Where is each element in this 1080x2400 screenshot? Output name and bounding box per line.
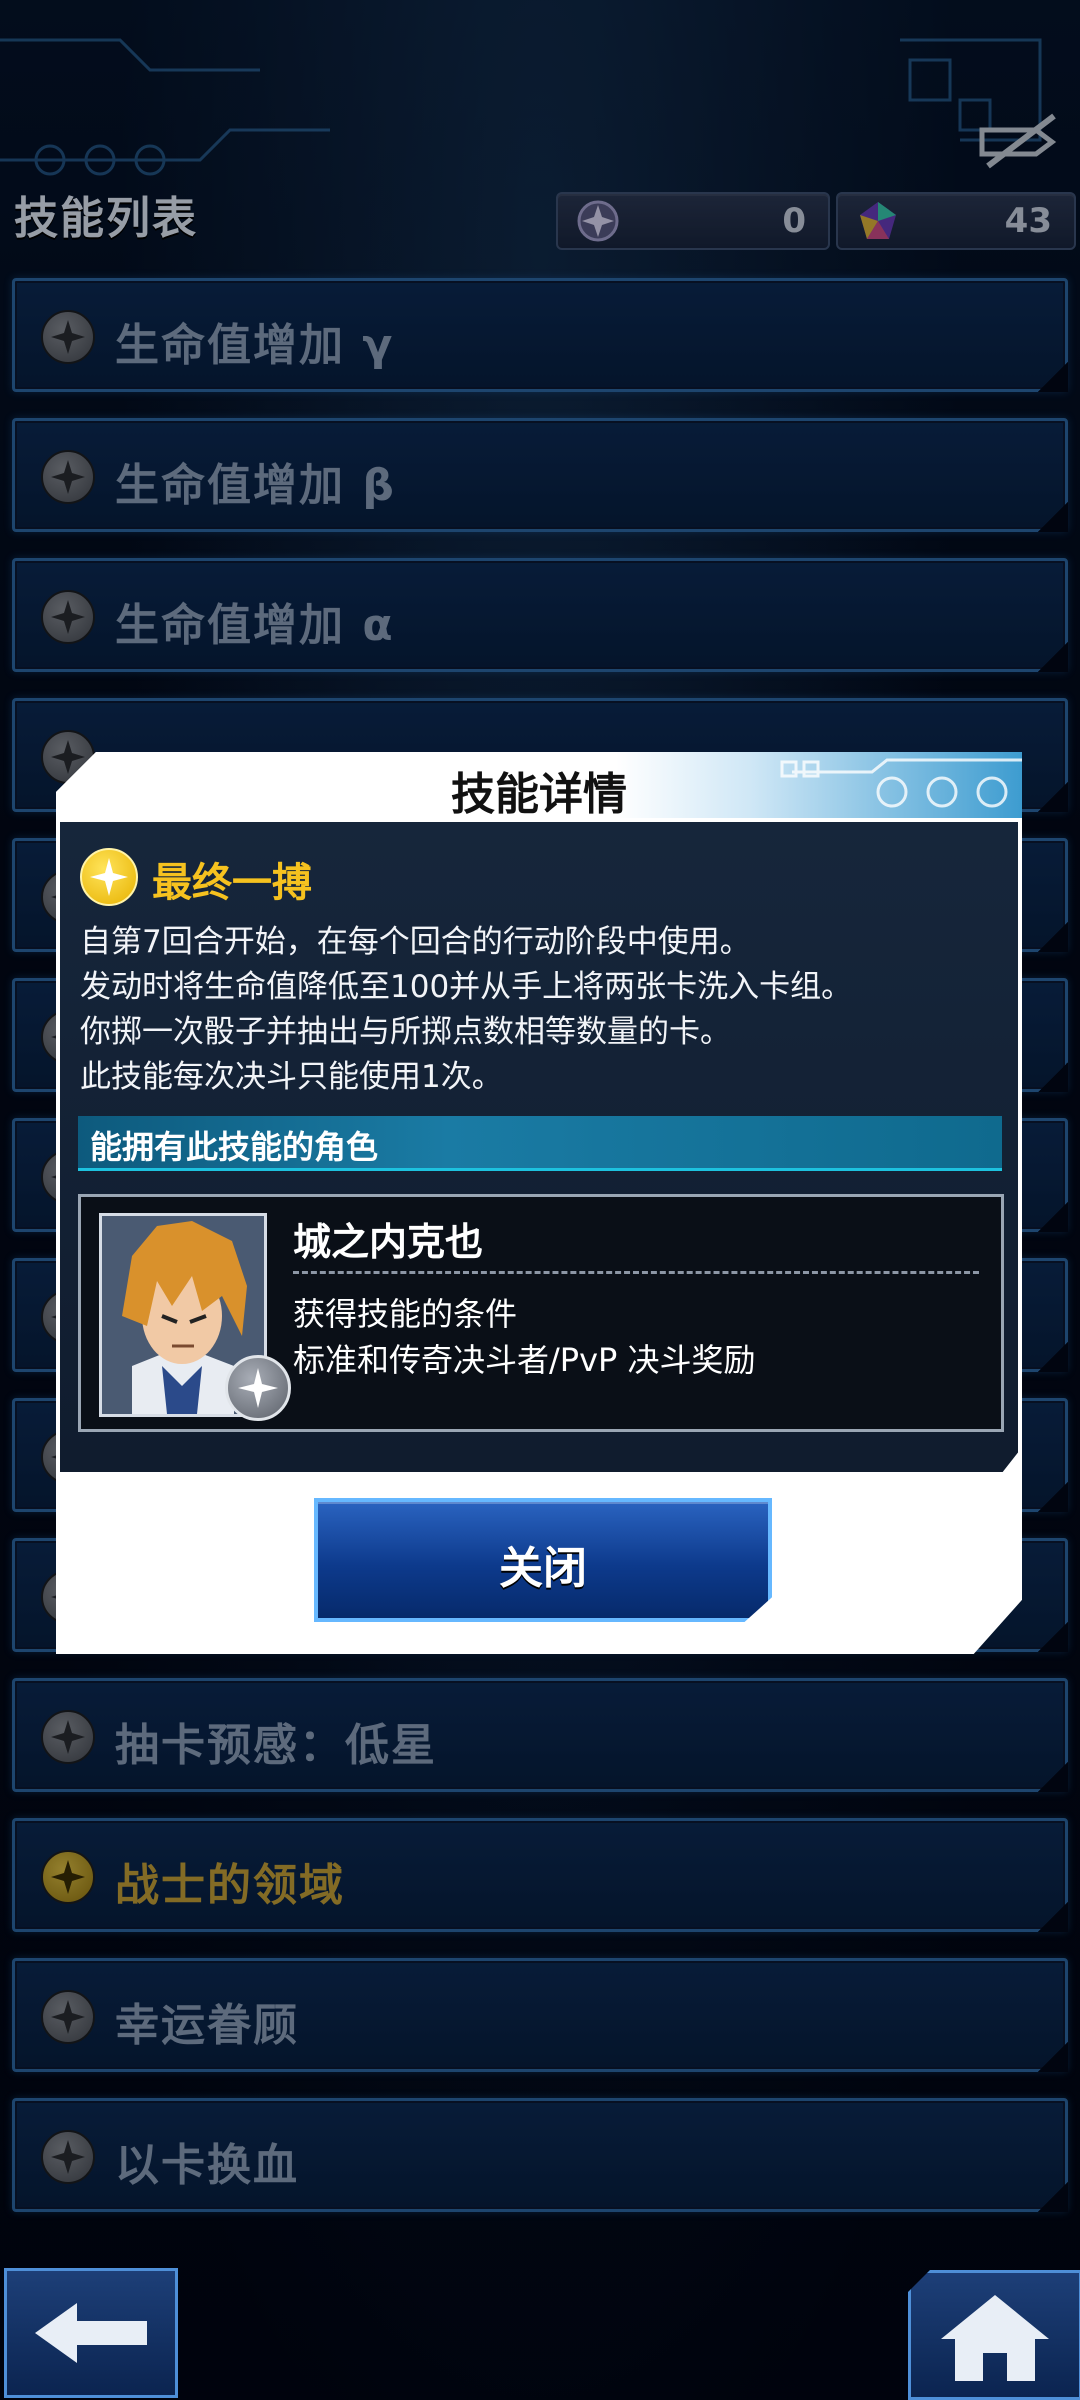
- home-button[interactable]: [908, 2270, 1080, 2400]
- gold-skill-icon: [80, 848, 138, 906]
- character-card[interactable]: 城之内克也 获得技能的条件 标准和传奇决斗者/PvP 决斗奖励: [78, 1194, 1004, 1432]
- skill-badge-icon: [225, 1355, 291, 1421]
- section-title: 能拥有此技能的角色: [90, 1128, 379, 1166]
- condition-title: 获得技能的条件: [293, 1295, 518, 1333]
- description-line: 发动时将生命值降低至100并从手上将两张卡洗入卡组。: [80, 969, 853, 1005]
- divider: [293, 1271, 979, 1274]
- skill-detail-dialog: 技能详情 最终一搏 自第7回合开始，在每个回合的行动阶段中使用。 发动时将生命值…: [56, 752, 1022, 1654]
- close-button-label: 关闭: [499, 1543, 587, 1594]
- skill-description: 自第7回合开始，在每个回合的行动阶段中使用。 发动时将生命值降低至100并从手上…: [80, 920, 1000, 1100]
- dialog-body: 最终一搏 自第7回合开始，在每个回合的行动阶段中使用。 发动时将生命值降低至10…: [60, 822, 1018, 1472]
- section-header: 能拥有此技能的角色: [78, 1116, 1002, 1171]
- description-line: 此技能每次决斗只能使用1次。: [80, 1059, 503, 1095]
- character-name: 城之内克也: [293, 1220, 484, 1264]
- dialog-header: 技能详情: [56, 752, 1022, 820]
- close-button[interactable]: 关闭: [314, 1498, 772, 1622]
- dialog-title: 技能详情: [451, 769, 627, 820]
- description-line: 自第7回合开始，在每个回合的行动阶段中使用。: [80, 924, 751, 960]
- skill-name: 最终一搏: [152, 860, 312, 906]
- back-arrow-icon: [35, 2303, 147, 2363]
- description-line: 你掷一次骰子并抽出与所掷点数相等数量的卡。: [80, 1014, 731, 1050]
- home-icon: [941, 2295, 1049, 2381]
- condition-text: 标准和传奇决斗者/PvP 决斗奖励: [293, 1341, 756, 1379]
- back-button[interactable]: [4, 2268, 178, 2398]
